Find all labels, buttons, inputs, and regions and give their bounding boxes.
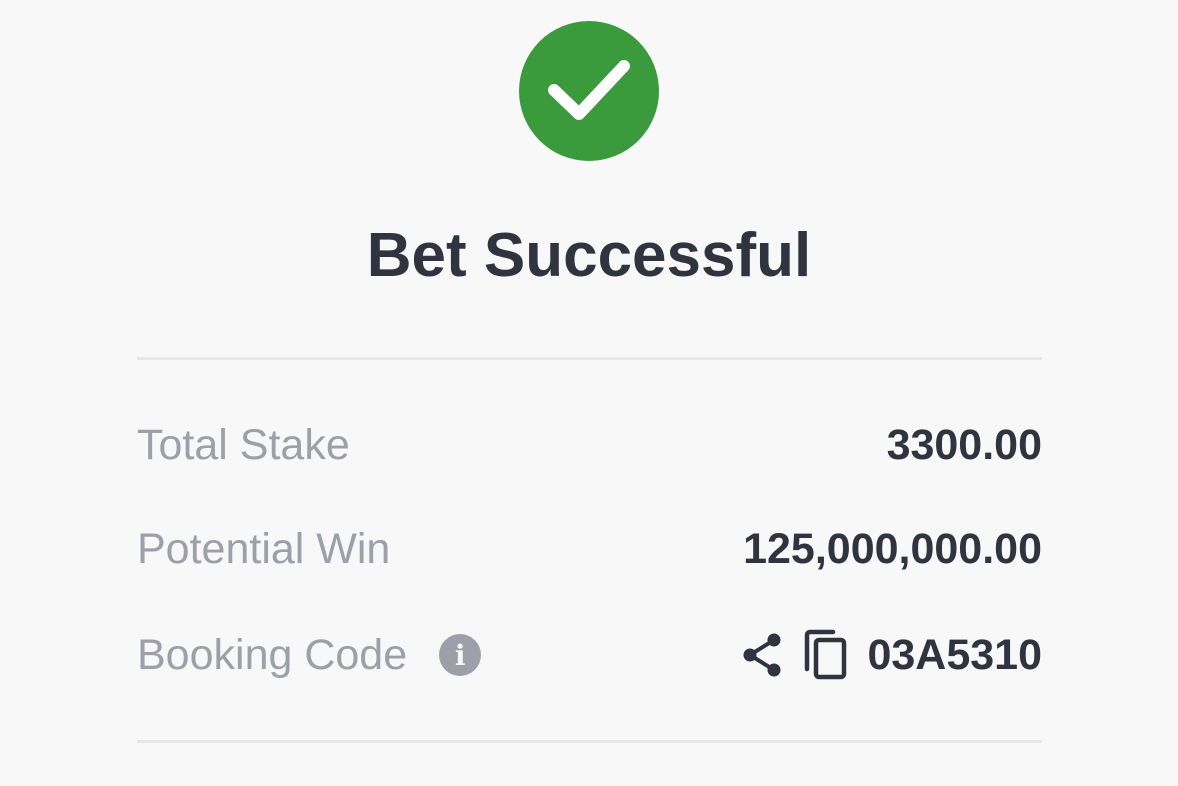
info-icon[interactable]: i	[439, 634, 482, 676]
booking-code-value-group: 03A5310	[739, 629, 1042, 681]
total-stake-row: Total Stake 3300.00	[137, 415, 1042, 475]
page-title: Bet Successful	[366, 221, 812, 290]
total-stake-value: 3300.00	[886, 420, 1042, 469]
potential-win-row: Potential Win 125,000,000.00	[137, 519, 1042, 579]
total-stake-label: Total Stake	[137, 420, 350, 469]
divider	[137, 740, 1042, 743]
divider	[137, 357, 1042, 360]
booking-code-label-group: Booking Code i	[137, 630, 482, 680]
booking-code-row: Booking Code i 03A5310	[137, 625, 1042, 685]
booking-code-label: Booking Code	[137, 630, 408, 679]
potential-win-label: Potential Win	[137, 524, 391, 573]
checkmark-icon	[548, 60, 630, 120]
share-icon[interactable]	[739, 631, 785, 679]
copy-icon[interactable]	[803, 629, 849, 681]
booking-code-value[interactable]: 03A5310	[867, 631, 1042, 680]
potential-win-value: 125,000,000.00	[743, 524, 1042, 573]
check-circle-icon	[519, 21, 659, 161]
